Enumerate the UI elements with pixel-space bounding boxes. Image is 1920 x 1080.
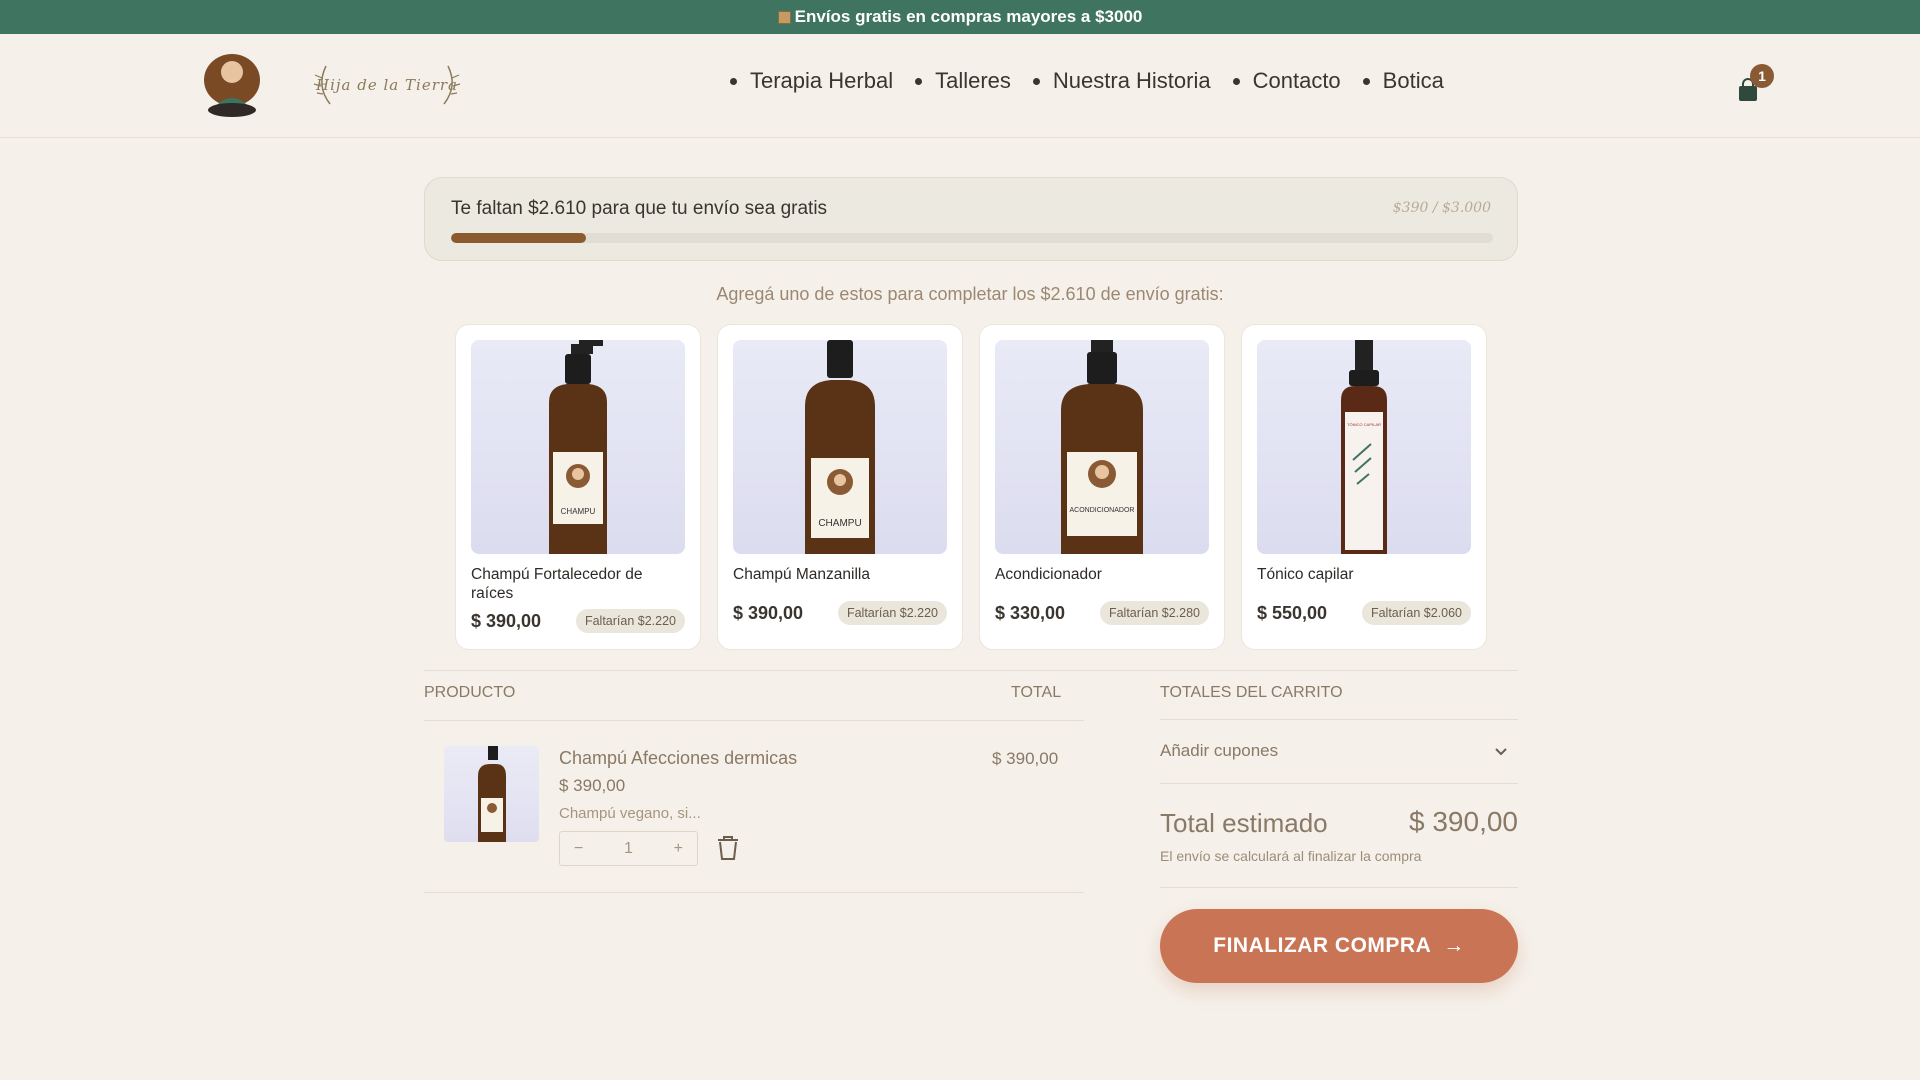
- trash-icon[interactable]: [716, 834, 740, 862]
- product-price: $ 390,00: [733, 603, 804, 623]
- product-image: CHAMPU: [733, 340, 947, 554]
- checkout-button[interactable]: FINALIZAR COMPRA →: [1160, 909, 1518, 983]
- divider: [424, 892, 1084, 893]
- progress-ratio: $390 / $3.000: [1392, 200, 1491, 216]
- quantity-value[interactable]: 1: [624, 840, 633, 858]
- nav-item-terapia-herbal[interactable]: Terapia Herbal: [730, 68, 893, 94]
- cart-totals-heading: TOTALES DEL CARRITO: [1160, 684, 1343, 701]
- progress-message: Te faltan $2.610 para que tu envío sea g…: [451, 198, 828, 219]
- free-shipping-progress: Te faltan $2.610 para que tu envío sea g…: [424, 177, 1518, 261]
- cart-item-total: $ 390,00: [992, 749, 1059, 768]
- arrow-right-icon: →: [1443, 934, 1465, 957]
- cart-item-image[interactable]: [444, 746, 539, 842]
- site-header: Hija de la Tierra Terapia Herbal Tallere…: [0, 34, 1920, 138]
- checkout-label: FINALIZAR COMPRA: [1213, 934, 1432, 957]
- nav-item-botica[interactable]: Botica: [1363, 68, 1444, 94]
- decrease-button[interactable]: −: [574, 840, 583, 858]
- cart-button[interactable]: 1: [1736, 64, 1774, 104]
- add-coupon-toggle[interactable]: Añadir cupones: [1160, 719, 1518, 783]
- logo-figure-icon[interactable]: [200, 50, 264, 120]
- product-label-text: ACONDICIONADOR: [1070, 507, 1135, 514]
- product-image: TÓNICO CAPILAR: [1257, 340, 1471, 554]
- logo-wordmark[interactable]: Hija de la Tierra: [312, 62, 462, 108]
- coupon-label: Añadir cupones: [1160, 741, 1279, 760]
- divider: [1160, 887, 1518, 888]
- suggestions-title: Agregá uno de estos para completar los $…: [716, 284, 1224, 304]
- product-label-text: CHAMPU: [561, 507, 596, 516]
- divider: [1160, 783, 1518, 784]
- nav-item-nuestra-historia[interactable]: Nuestra Historia: [1033, 68, 1211, 94]
- product-image: ACONDICIONADOR: [995, 340, 1209, 554]
- column-header-product: PRODUCTO: [424, 684, 516, 701]
- product-price: $ 330,00: [995, 603, 1066, 623]
- product-name: Tónico capilar: [1257, 566, 1354, 583]
- estimated-total-label: Total estimado: [1160, 808, 1328, 838]
- cart-item-name[interactable]: Champú Afecciones dermicas: [559, 748, 797, 769]
- suggestion-cards: CHAMPU Champú Fortalecedor de raíces $ 3…: [455, 324, 1487, 650]
- product-name: Champú Manzanilla: [733, 566, 870, 583]
- promo-text: Envíos gratis en compras mayores a $3000: [794, 7, 1143, 26]
- shipping-note: El envío se calculará al finalizar la co…: [1160, 848, 1422, 864]
- product-price: $ 390,00: [471, 611, 542, 631]
- remaining-badge: Faltarían $2.060: [1361, 601, 1471, 625]
- increase-button[interactable]: +: [674, 840, 683, 858]
- package-icon: [777, 10, 791, 24]
- product-label-text: CHAMPU: [818, 518, 861, 529]
- product-name: Acondicionador: [995, 566, 1102, 583]
- remaining-badge: Faltarían $2.220: [837, 601, 947, 625]
- estimated-total-value: $ 390,00: [1409, 806, 1518, 837]
- product-image: CHAMPU: [471, 340, 685, 554]
- cart-count-badge: 1: [1750, 64, 1774, 88]
- divider: [424, 720, 1084, 721]
- main-nav: Terapia Herbal Talleres Nuestra Historia…: [730, 68, 1444, 94]
- suggestion-card[interactable]: ACONDICIONADOR Acondicionador $ 330,00 F…: [979, 324, 1225, 650]
- product-name: Champú Fortalecedor de raíces: [471, 566, 643, 602]
- suggestion-card[interactable]: CHAMPU Champú Manzanilla $ 390,00 Faltar…: [717, 324, 963, 650]
- chevron-down-icon: [1495, 748, 1507, 756]
- column-header-total: TOTAL: [1011, 684, 1062, 701]
- product-price: $ 550,00: [1257, 603, 1328, 623]
- suggestion-card[interactable]: TÓNICO CAPILAR Tónico capilar $ 550,00 F…: [1241, 324, 1487, 650]
- cart-item-price: $ 390,00: [559, 776, 626, 795]
- remaining-badge: Faltarían $2.220: [575, 609, 685, 633]
- quantity-stepper: − 1 +: [559, 831, 698, 866]
- promo-bar: Envíos gratis en compras mayores a $3000: [0, 0, 1920, 34]
- nav-item-talleres[interactable]: Talleres: [915, 68, 1011, 94]
- remaining-badge: Faltarían $2.280: [1099, 601, 1209, 625]
- cart-item-description: Champú vegano, si...: [559, 805, 701, 822]
- product-label-text: TÓNICO CAPILAR: [1347, 422, 1381, 427]
- progress-fill: [451, 233, 587, 243]
- progress-track: [451, 233, 1493, 243]
- logo-text: Hija de la Tierra: [316, 76, 458, 94]
- suggestion-card[interactable]: CHAMPU Champú Fortalecedor de raíces $ 3…: [455, 324, 701, 650]
- divider: [424, 670, 1518, 671]
- nav-item-contacto[interactable]: Contacto: [1233, 68, 1341, 94]
